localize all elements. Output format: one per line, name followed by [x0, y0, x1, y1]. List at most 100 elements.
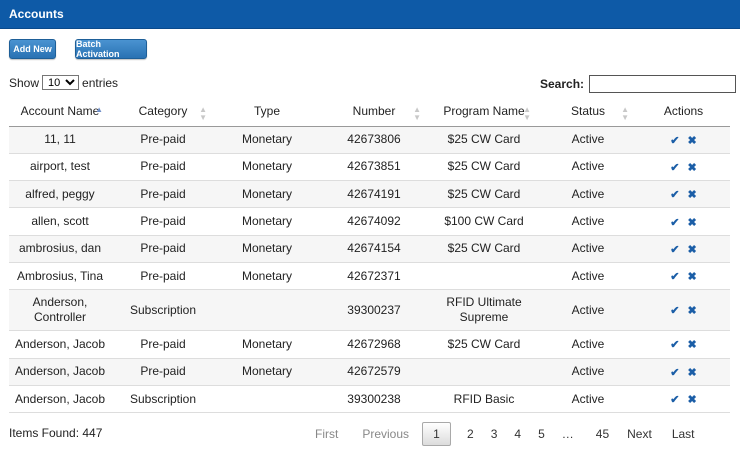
- delete-icon[interactable]: ✖: [688, 395, 697, 406]
- check-icon[interactable]: ✔: [670, 162, 679, 174]
- category-cell: Pre-paid: [111, 235, 215, 263]
- check-icon[interactable]: ✔: [670, 272, 679, 283]
- account-name-cell: Anderson, Jacob: [9, 385, 111, 414]
- status-cell: Active: [539, 126, 637, 154]
- column-header-number[interactable]: Number ▲ ▼: [319, 97, 429, 127]
- table-row: Anderson, Jacob Subscription 39300238 RFID …: [9, 385, 730, 414]
- category-cell: Pre-paid: [111, 358, 215, 386]
- status-cell: Active: [539, 289, 637, 332]
- status-cell: Active: [539, 207, 637, 236]
- pagination-page-2[interactable]: 2: [461, 422, 480, 446]
- status-cell: Active: [539, 153, 637, 182]
- column-header-account-name[interactable]: Account Name ▲: [9, 97, 111, 127]
- program-name-cell: $25 CW Card: [429, 153, 539, 182]
- number-cell: 39300237: [319, 289, 429, 332]
- add-new-button[interactable]: Add New: [9, 39, 56, 59]
- pagination: First Previous 1 2 3 4 5… 45 Next Last: [309, 421, 701, 447]
- status-cell: Active: [539, 235, 637, 263]
- type-cell: Monetary: [215, 235, 319, 263]
- delete-icon[interactable]: ✖: [688, 135, 697, 147]
- delete-icon[interactable]: ✖: [688, 162, 697, 174]
- table-header-row: Account Name ▲ Category ▲ ▼ Type Number ▲ ▼ P…: [9, 97, 730, 127]
- delete-icon[interactable]: ✖: [688, 244, 697, 256]
- status-cell: Active: [539, 358, 637, 386]
- type-cell: Monetary: [215, 207, 319, 236]
- column-header-actions: Actions: [637, 97, 730, 127]
- search-input[interactable]: [589, 75, 737, 93]
- account-name-cell: 11, 11: [9, 126, 111, 154]
- type-cell: Monetary: [215, 330, 319, 359]
- check-icon[interactable]: ✔: [670, 340, 679, 351]
- check-icon[interactable]: ✔: [670, 395, 679, 406]
- pagination-first[interactable]: First: [309, 422, 344, 446]
- check-icon[interactable]: ✔: [670, 306, 679, 317]
- actions-cell: ✔ ✖: [637, 235, 730, 263]
- pagination-page-5[interactable]: 5: [532, 422, 551, 446]
- search-control: Search:: [540, 75, 737, 93]
- category-cell: Pre-paid: [111, 207, 215, 236]
- account-name-cell: airport, test: [9, 153, 111, 182]
- table-row: airport, test Pre-paid Monetary 42673851 $25…: [9, 153, 730, 182]
- show-label: Show: [9, 75, 40, 90]
- check-icon[interactable]: ✔: [670, 135, 679, 147]
- column-header-program-name[interactable]: Program Name ▲ ▼: [429, 97, 539, 127]
- delete-icon[interactable]: ✖: [688, 340, 697, 351]
- number-cell: 42674092: [319, 207, 429, 236]
- program-name-cell: RFID Ultimate Supreme: [429, 289, 539, 332]
- account-name-cell: Anderson, Jacob: [9, 358, 111, 386]
- account-name-cell: Anderson, Controller: [9, 289, 111, 332]
- status-cell: Active: [539, 262, 637, 291]
- type-cell: Monetary: [215, 358, 319, 386]
- delete-icon[interactable]: ✖: [688, 272, 697, 283]
- program-name-cell: $25 CW Card: [429, 126, 539, 154]
- sort-icon: ▲ ▼: [413, 105, 421, 122]
- account-name-cell: alfred, peggy: [9, 180, 111, 209]
- check-icon[interactable]: ✔: [670, 244, 679, 256]
- category-cell: Subscription: [111, 289, 215, 332]
- type-cell: [215, 289, 319, 332]
- delete-icon[interactable]: ✖: [688, 190, 697, 201]
- actions-cell: ✔ ✖: [637, 262, 730, 291]
- pagination-last[interactable]: Last: [666, 422, 701, 446]
- pagination-previous[interactable]: Previous: [356, 422, 415, 446]
- pagination-page-3[interactable]: 3: [485, 422, 504, 446]
- number-cell: 39300238: [319, 385, 429, 414]
- check-icon[interactable]: ✔: [670, 190, 679, 201]
- actions-cell: ✔ ✖: [637, 330, 730, 359]
- sort-icon: ▲ ▼: [523, 105, 531, 122]
- check-icon[interactable]: ✔: [670, 217, 679, 229]
- status-cell: Active: [539, 330, 637, 359]
- table-row: alfred, peggy Pre-paid Monetary 42674191 $25…: [9, 180, 730, 209]
- column-header-type[interactable]: Type: [215, 97, 319, 127]
- column-header-category[interactable]: Category ▲ ▼: [111, 97, 215, 127]
- pagination-ellipsis: …: [561, 427, 574, 441]
- number-cell: 42674191: [319, 180, 429, 209]
- type-cell: Monetary: [215, 262, 319, 291]
- table-row: Anderson, Controller Subscription 39300237…: [9, 289, 730, 332]
- pagination-page-45[interactable]: 45: [590, 422, 615, 446]
- check-icon[interactable]: ✔: [670, 367, 679, 379]
- delete-icon[interactable]: ✖: [688, 217, 697, 229]
- program-name-cell: RFID Basic: [429, 385, 539, 414]
- account-name-cell: Anderson, Jacob: [9, 330, 111, 359]
- account-name-cell: allen, scott: [9, 207, 111, 236]
- number-cell: 42674154: [319, 235, 429, 263]
- actions-cell: ✔ ✖: [637, 180, 730, 209]
- pagination-next[interactable]: Next: [621, 422, 658, 446]
- column-header-status[interactable]: Status ▲ ▼: [539, 97, 637, 127]
- type-cell: Monetary: [215, 180, 319, 209]
- actions-cell: ✔ ✖: [637, 207, 730, 236]
- table-row: 11, 11 Pre-paid Monetary 42673806 $25 CW Car…: [9, 126, 730, 154]
- batch-activation-button[interactable]: Batch Activation: [75, 39, 147, 59]
- status-cell: Active: [539, 180, 637, 209]
- category-cell: Subscription: [111, 385, 215, 414]
- sort-ascending-icon: ▲: [95, 105, 103, 114]
- pagination-page-4[interactable]: 4: [508, 422, 527, 446]
- entries-select[interactable]: 10: [42, 75, 80, 90]
- delete-icon[interactable]: ✖: [688, 367, 697, 379]
- pagination-page-1[interactable]: 1: [422, 422, 452, 446]
- program-name-cell: [429, 358, 539, 386]
- page-title: Accounts: [9, 7, 64, 21]
- delete-icon[interactable]: ✖: [688, 306, 697, 317]
- sort-icon: ▲ ▼: [621, 105, 629, 122]
